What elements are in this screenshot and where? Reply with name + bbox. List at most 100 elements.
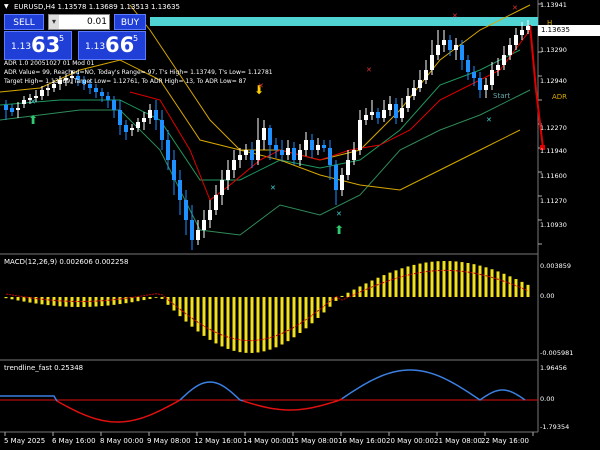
candle-body [262,128,266,140]
candle-body [232,160,236,170]
macd-histogram-bar [370,280,374,297]
current-bid-price-tag: 1.13635 [538,25,600,36]
candle-body [322,145,326,148]
trendline-axis-label: -1.79354 [540,423,570,431]
lower-band [0,89,531,236]
macd-histogram-bar [82,297,86,307]
buy-price-fraction: 5 [133,34,139,43]
macd-histogram-bar [106,297,110,306]
time-axis-label: 6 May 16:00 [52,437,96,445]
adr-info-line-3: Target High= 1.13769, Target Low= 1.1276… [4,78,247,85]
candle-body [526,26,530,30]
candle-body [418,80,422,88]
macd-histogram-bar [478,265,482,297]
candle-body [94,88,98,92]
candle-body [424,70,428,80]
macd-histogram-bar [136,297,140,302]
candle-body [268,128,272,145]
candle-body [328,148,332,165]
macd-histogram-bar [52,297,56,306]
candle-body [274,145,278,150]
macd-histogram-bar [196,297,200,332]
candle-body [250,150,254,160]
macd-histogram-bar [214,297,218,344]
macd-histogram-bar [184,297,188,322]
cross-marker-icon: ✕ [336,210,342,218]
macd-histogram-bar [40,297,44,305]
macd-axis-label: -0.005981 [540,349,574,357]
macd-histogram-bar [100,297,104,307]
candle-body [484,85,488,90]
candle-body [460,45,464,60]
cross-marker-icon: ✕ [486,116,492,124]
macd-histogram-bar [64,297,68,307]
candle-body [370,112,374,115]
time-axis-label: 9 May 08:00 [147,437,191,445]
candle-body [340,175,344,190]
candle-body [154,110,158,120]
trendline-fast-line [341,369,526,401]
candle-body [334,165,338,190]
candle-body [178,180,182,200]
symbol-quote: EURUSD,H4 1.13578 1.13689 1.13513 1.1363… [14,3,180,11]
macd-histogram-bar [226,297,230,349]
sell-price-pips: 63 [31,33,61,57]
macd-histogram-bar [142,297,146,301]
macd-histogram-bar [304,297,308,329]
candle-body [490,70,494,85]
cross-marker-icon: ✕ [30,98,36,106]
cross-marker-icon: ✕ [366,66,372,74]
candle-body [46,88,50,90]
macd-histogram-bar [34,297,38,304]
macd-histogram-bar [388,272,392,297]
candle-body [220,180,224,195]
candle-body [136,122,140,128]
macd-histogram-bar [178,297,182,317]
candle-body [502,55,506,65]
buy-price-box[interactable]: 1.13 66 5 [78,31,146,60]
macd-histogram-bar [472,264,476,297]
macd-histogram-bar [520,281,524,297]
candle-body [148,110,152,118]
macd-histogram-bar [160,297,164,299]
sell-button[interactable]: SELL [4,14,44,30]
lot-size-input[interactable] [61,15,107,29]
time-axis-label: 21 May 08:00 [434,437,483,445]
adr-level-label: ADR [552,93,568,101]
macd-histogram-bar [454,261,458,297]
chart-canvas[interactable]: ⬆⬆⬇✕✕✕✕✕✕✕✕ [0,0,600,450]
candle-body [508,45,512,55]
candle-body [478,78,482,90]
macd-histogram-bar [448,261,452,297]
candle-body [454,45,458,50]
macd-histogram-bar [340,295,344,297]
macd-histogram-bar [364,283,368,297]
candle-body [106,96,110,100]
price-axis-label: 1.13941 [540,1,567,9]
buy-signal-arrow-icon: ⬆ [28,113,38,127]
candle-body [448,40,452,50]
sell-price-box[interactable]: 1.13 63 5 [4,31,72,60]
macd-axis-label: 0.00 [540,292,555,300]
macd-histogram-bar [202,297,206,336]
dropdown-triangle-icon[interactable]: ▼ [4,3,9,10]
lot-size-field[interactable]: ▾ [48,14,110,30]
time-axis-label: 14 May 00:00 [243,437,292,445]
candle-body [16,108,20,110]
price-axis-label: 1.13290 [540,46,567,54]
buy-button[interactable]: BUY [114,14,146,30]
lot-dropdown-icon[interactable]: ▾ [49,15,59,29]
macd-histogram-bar [268,297,272,350]
time-axis-label: 8 May 00:00 [100,437,144,445]
macd-histogram-bar [58,297,62,307]
cross-marker-icon: ✕ [258,82,264,90]
candle-body [316,145,320,150]
macd-axis-label: 0.003859 [540,262,572,270]
candle-body [442,40,446,45]
macd-histogram-bar [76,297,80,307]
macd-histogram-bar [274,297,278,348]
candle-body [112,100,116,110]
candle-body [358,120,362,150]
macd-histogram-bar [496,271,500,297]
macd-histogram-bar [436,261,440,297]
